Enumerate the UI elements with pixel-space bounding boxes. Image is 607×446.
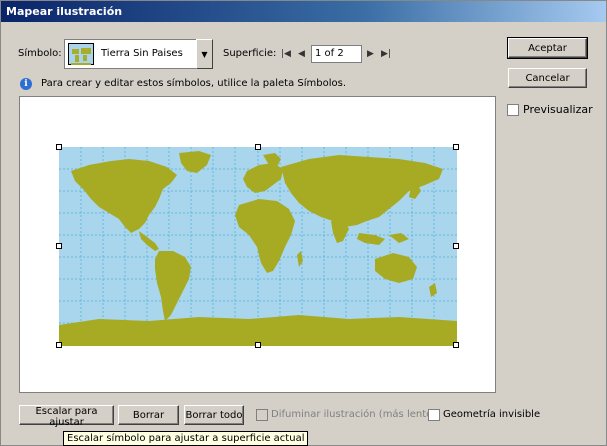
prev-surface-icon[interactable]: ◀ bbox=[298, 49, 305, 59]
symbol-thumbnail bbox=[68, 43, 94, 65]
symbol-selected-value: Tierra Sin Paises bbox=[101, 48, 183, 59]
resize-handle-top-left[interactable] bbox=[56, 144, 62, 150]
resize-handle-right[interactable] bbox=[453, 243, 459, 249]
map-art-dialog: Mapear ilustración Símbolo: Tierra Sin P… bbox=[0, 0, 607, 446]
preview-checkbox[interactable] bbox=[507, 104, 519, 116]
world-map[interactable] bbox=[59, 147, 457, 346]
cancel-button[interactable]: Cancelar bbox=[508, 68, 587, 88]
clear-all-button[interactable]: Borrar todo bbox=[184, 405, 244, 425]
preview-label: Previsualizar bbox=[523, 103, 593, 116]
first-surface-icon[interactable]: |◀ bbox=[281, 49, 291, 59]
resize-handle-bottom-left[interactable] bbox=[56, 342, 62, 348]
surface-page-field[interactable]: 1 of 2 bbox=[311, 45, 362, 63]
scale-to-fit-tooltip: Escalar símbolo para ajustar a superfici… bbox=[63, 431, 309, 446]
surface-label: Superficie: bbox=[223, 48, 277, 59]
dialog-title: Mapear ilustración bbox=[1, 1, 606, 22]
resize-handle-top[interactable] bbox=[255, 144, 261, 150]
resize-handle-left[interactable] bbox=[56, 243, 62, 249]
resize-handle-bottom-right[interactable] bbox=[453, 342, 459, 348]
resize-handle-bottom[interactable] bbox=[255, 342, 261, 348]
resize-handle-top-right[interactable] bbox=[453, 144, 459, 150]
last-surface-icon[interactable]: ▶| bbox=[381, 49, 391, 59]
info-text: Para crear y editar estos símbolos, util… bbox=[41, 78, 347, 89]
invisible-geometry-label: Geometría invisible bbox=[443, 409, 541, 420]
combo-dropdown-icon: ▼ bbox=[201, 49, 208, 59]
shade-artwork-checkbox[interactable] bbox=[256, 409, 268, 421]
clear-button[interactable]: Borrar bbox=[118, 405, 179, 425]
symbol-dropdown-button[interactable]: ▼ bbox=[196, 39, 213, 69]
symbol-label: Símbolo: bbox=[18, 48, 62, 59]
scale-to-fit-button[interactable]: Escalar para ajustar bbox=[19, 405, 114, 428]
symbol-dropdown[interactable]: Tierra Sin Paises bbox=[64, 39, 213, 69]
next-surface-icon[interactable]: ▶ bbox=[367, 49, 374, 59]
invisible-geometry-checkbox[interactable] bbox=[428, 409, 440, 421]
shade-artwork-label: Difuminar ilustración (más lento) bbox=[271, 409, 437, 420]
ok-button[interactable]: Aceptar bbox=[507, 37, 588, 59]
info-icon: i bbox=[20, 78, 32, 90]
